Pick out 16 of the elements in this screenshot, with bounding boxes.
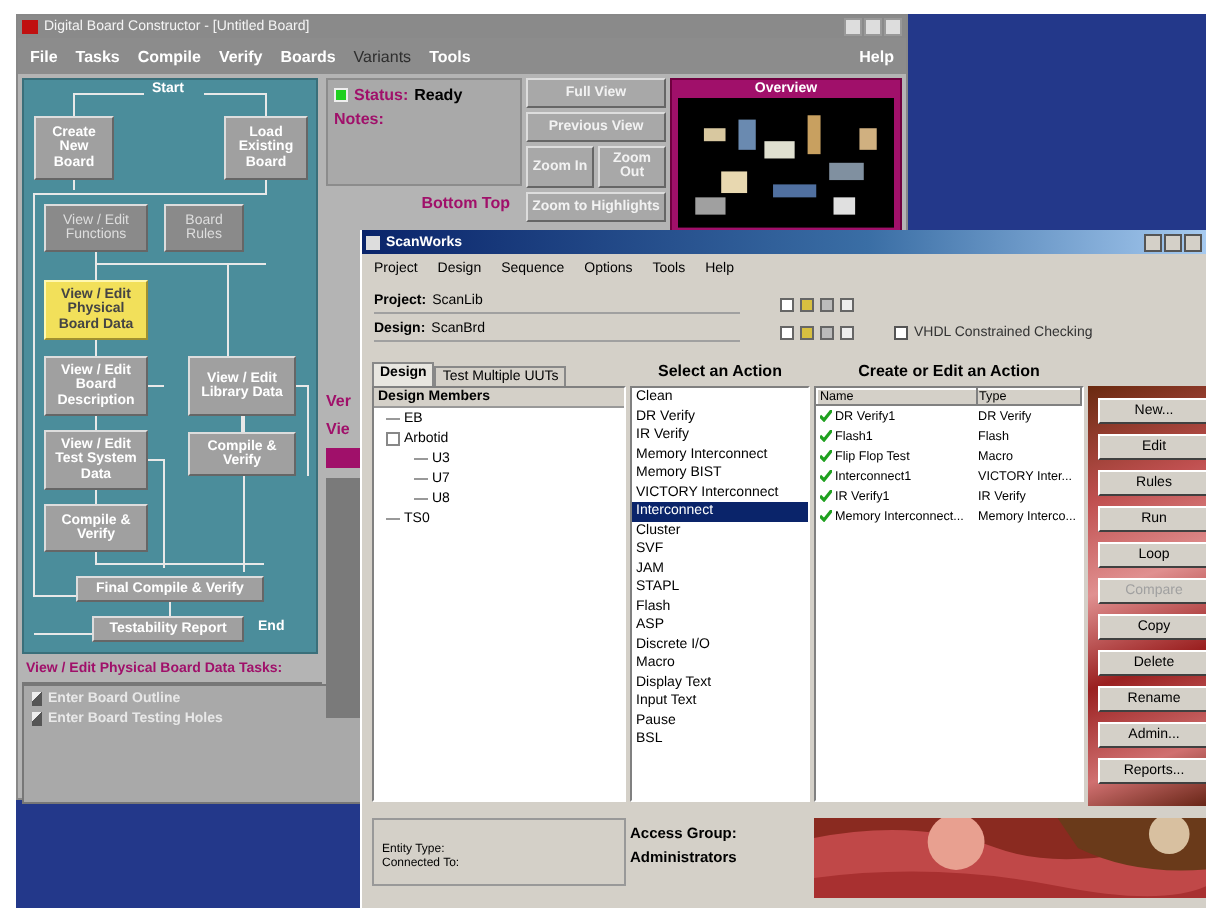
color-block <box>326 448 362 468</box>
close-button[interactable] <box>1184 233 1202 251</box>
maximize-button[interactable] <box>1164 233 1182 251</box>
notes-label: Notes: <box>334 110 386 128</box>
app-icon <box>22 20 38 34</box>
section-label: Vie <box>326 420 350 438</box>
minimize-button[interactable] <box>1144 233 1162 251</box>
column-title: Select an Action <box>656 362 784 384</box>
column-title: Create or Edit an Action <box>856 362 1042 384</box>
collapse-icon[interactable] <box>386 431 400 445</box>
checkbox[interactable] <box>894 325 908 339</box>
status-value: Ready <box>414 86 463 104</box>
status-label: Status: <box>354 86 409 104</box>
section-label: Ver <box>326 392 351 410</box>
app-icon <box>366 235 380 249</box>
side-toggle[interactable]: Bottom Top <box>326 194 522 212</box>
